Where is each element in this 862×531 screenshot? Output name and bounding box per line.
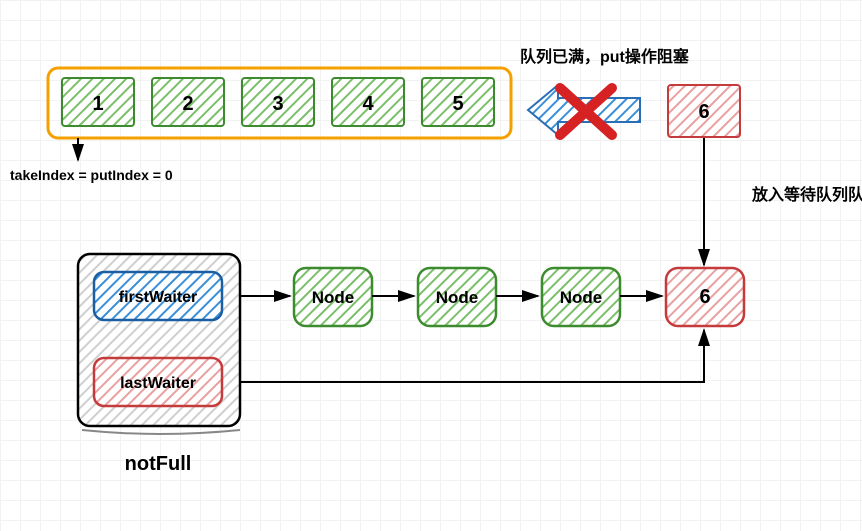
first-waiter-box: firstWaiter [94,272,222,320]
queue-cell-4-label: 4 [362,93,374,115]
index-caption: takeIndex = putIndex = 0 [10,167,173,183]
node-1: Node [294,268,372,326]
node-1-label: Node [312,288,355,307]
last-waiter-box: lastWaiter [94,358,222,406]
queue-cell-5-label: 5 [452,93,463,115]
node-2-label: Node [436,288,479,307]
blocked-item-label: 6 [698,101,709,123]
blocked-caption: 队列已满，put操作阻塞 [520,47,690,66]
node-3-label: Node [560,288,603,307]
node-3: Node [542,268,620,326]
tail-node-label: 6 [699,286,710,308]
blocked-item: 6 [668,85,740,137]
queue-cell-1-label: 1 [92,93,103,115]
queue-cell-3: 3 [242,78,314,126]
queue-cell-3-label: 3 [272,93,283,115]
wait-tail-caption: 放入等待队列队尾 [751,185,862,204]
tail-node: 6 [666,268,744,326]
queue-cell-1: 1 [62,78,134,126]
shadow-line [82,430,240,434]
notfull-title: notFull [125,453,192,475]
queue-cell-2-label: 2 [182,93,193,115]
arrow-last-to-tail [240,330,704,382]
last-waiter-label: lastWaiter [120,375,196,392]
queue-cell-5: 5 [422,78,494,126]
first-waiter-label: firstWaiter [119,289,198,306]
node-2: Node [418,268,496,326]
queue-cell-2: 2 [152,78,224,126]
queue-cell-4: 4 [332,78,404,126]
